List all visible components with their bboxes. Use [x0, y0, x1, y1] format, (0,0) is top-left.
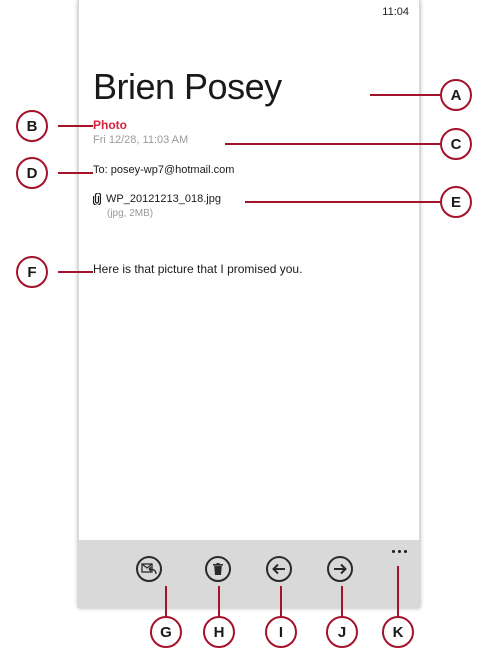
callout-b-line — [58, 125, 93, 127]
attachment-meta: (jpg, 2MB) — [107, 208, 154, 219]
message-subject: Photo — [93, 118, 127, 132]
to-label: To: — [93, 164, 108, 176]
callout-f-line — [58, 271, 93, 273]
callout-f: F — [16, 256, 48, 288]
callout-i-line — [280, 586, 282, 618]
to-address[interactable]: posey-wp7@hotmail.com — [111, 164, 235, 176]
attachment[interactable]: WP_20121213_018.jpg — [93, 193, 221, 205]
callout-d-line — [58, 172, 93, 174]
callout-j: J — [326, 616, 358, 648]
callout-k: K — [382, 616, 414, 648]
arrow-left-icon — [272, 563, 285, 575]
callout-g-line — [165, 586, 167, 618]
message-body: Here is that picture that I promised you… — [93, 262, 303, 276]
attachment-name: WP_20121213_018.jpg — [106, 193, 221, 205]
reply-envelope-icon — [141, 563, 157, 575]
callout-h: H — [203, 616, 235, 648]
status-time: 11:04 — [382, 6, 409, 18]
app-bar — [79, 540, 419, 608]
callout-c: C — [440, 128, 472, 160]
callout-c-line — [225, 143, 443, 145]
callout-e-line — [245, 201, 441, 203]
sender-name: Brien Posey — [93, 66, 282, 107]
delete-button[interactable] — [205, 556, 231, 582]
callout-i: I — [265, 616, 297, 648]
callout-g: G — [150, 616, 182, 648]
next-button[interactable] — [327, 556, 353, 582]
callout-k-line — [397, 566, 399, 618]
ellipsis-icon[interactable] — [389, 550, 409, 562]
trash-icon — [213, 563, 223, 575]
phone-screen: 11:04 Brien Posey Photo Fri 12/28, 11:03… — [78, 0, 420, 608]
callout-a-line — [370, 94, 442, 96]
callout-b: B — [16, 110, 48, 142]
callout-h-line — [218, 586, 220, 618]
callout-e: E — [440, 186, 472, 218]
message-date: Fri 12/28, 11:03 AM — [93, 134, 189, 146]
callout-a: A — [440, 79, 472, 111]
respond-button[interactable] — [136, 556, 162, 582]
callout-j-line — [341, 586, 343, 618]
arrow-right-icon — [334, 563, 347, 575]
callout-d: D — [16, 157, 48, 189]
paperclip-icon — [93, 193, 101, 205]
previous-button[interactable] — [266, 556, 292, 582]
recipient-line: To: posey-wp7@hotmail.com — [93, 164, 234, 176]
